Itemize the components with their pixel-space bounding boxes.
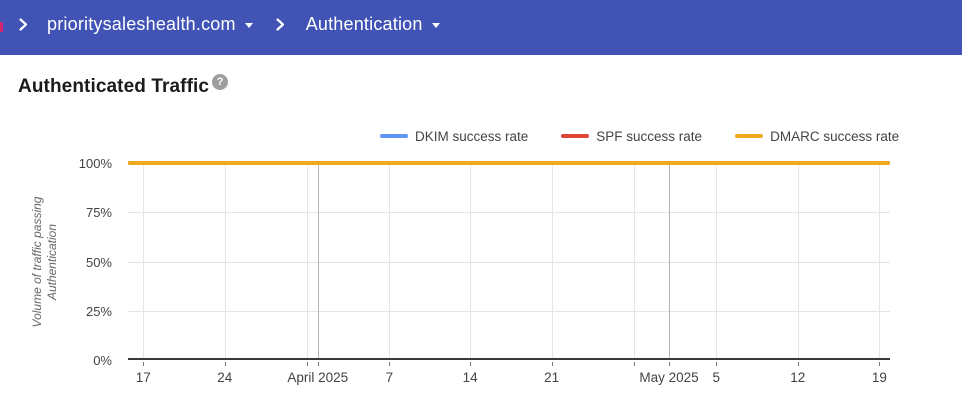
x-tick-mark <box>318 362 319 366</box>
x-tick-mark <box>552 362 553 366</box>
vertical-gridline <box>552 163 553 358</box>
x-tick-mark <box>389 362 390 366</box>
x-tick-mark <box>669 362 670 366</box>
horizontal-gridline <box>128 262 890 263</box>
x-tick-label: 7 <box>344 370 434 385</box>
cut-off-logo-fragment <box>0 22 3 32</box>
series-line-dmarc <box>128 161 890 165</box>
x-tick-label: 12 <box>753 370 843 385</box>
chart-legend: DKIM success rate SPF success rate DMARC s… <box>380 127 899 145</box>
x-tick-label: 21 <box>507 370 597 385</box>
y-tick-label: 100% <box>0 156 112 171</box>
breadcrumb-chevron-icon <box>17 17 29 32</box>
legend-item: DKIM success rate <box>380 129 528 144</box>
legend-swatch <box>735 134 763 138</box>
vertical-gridline <box>225 163 226 358</box>
vertical-gridline <box>389 163 390 358</box>
x-tick-mark <box>143 362 144 366</box>
y-tick-label: 75% <box>0 205 112 220</box>
x-tick-label: 17 <box>98 370 188 385</box>
help-icon[interactable]: ? <box>212 74 228 90</box>
breadcrumb-domain-dropdown[interactable]: prioritysaleshealth.com <box>47 14 253 35</box>
horizontal-gridline <box>128 311 890 312</box>
legend-label: SPF success rate <box>596 129 702 144</box>
x-tick-label: 19 <box>834 370 924 385</box>
legend-item: DMARC success rate <box>735 129 899 144</box>
month-boundary-gridline <box>669 163 670 358</box>
x-tick-label: 5 <box>671 370 761 385</box>
x-tick-label: 14 <box>425 370 515 385</box>
page-title: Authenticated Traffic <box>18 76 209 98</box>
chevron-down-icon <box>245 23 253 28</box>
vertical-gridline <box>716 163 717 358</box>
legend-swatch <box>561 134 589 138</box>
vertical-gridline <box>879 163 880 358</box>
breadcrumb: prioritysaleshealth.com Authentication <box>0 0 440 55</box>
plot-area <box>128 163 890 360</box>
y-tick-label: 50% <box>0 255 112 270</box>
breadcrumb-section-dropdown[interactable]: Authentication <box>306 14 440 35</box>
chevron-down-icon <box>432 23 440 28</box>
breadcrumb-chevron-icon <box>274 17 286 32</box>
breadcrumb-section-label: Authentication <box>306 14 423 35</box>
vertical-gridline <box>143 163 144 358</box>
y-tick-label: 25% <box>0 304 112 319</box>
page-title-row: Authenticated Traffic ? <box>18 76 228 98</box>
month-boundary-gridline <box>318 163 319 358</box>
x-tick-mark <box>307 362 308 366</box>
x-tick-mark <box>225 362 226 366</box>
legend-swatch <box>380 134 408 138</box>
x-tick-label: 24 <box>180 370 270 385</box>
legend-item: SPF success rate <box>561 129 702 144</box>
x-tick-mark <box>716 362 717 366</box>
legend-label: DKIM success rate <box>415 129 528 144</box>
vertical-gridline <box>634 163 635 358</box>
vertical-gridline <box>470 163 471 358</box>
x-tick-mark <box>879 362 880 366</box>
legend-label: DMARC success rate <box>770 129 899 144</box>
vertical-gridline <box>798 163 799 358</box>
y-tick-label: 0% <box>0 353 112 368</box>
horizontal-gridline <box>128 212 890 213</box>
x-tick-mark <box>470 362 471 366</box>
vertical-gridline <box>307 163 308 358</box>
breadcrumb-domain-label: prioritysaleshealth.com <box>47 14 236 35</box>
x-tick-mark <box>798 362 799 366</box>
authenticated-traffic-chart: DKIM success rate SPF success rate DMARC s… <box>0 115 962 405</box>
app-header: prioritysaleshealth.com Authentication <box>0 0 962 55</box>
x-tick-mark <box>634 362 635 366</box>
